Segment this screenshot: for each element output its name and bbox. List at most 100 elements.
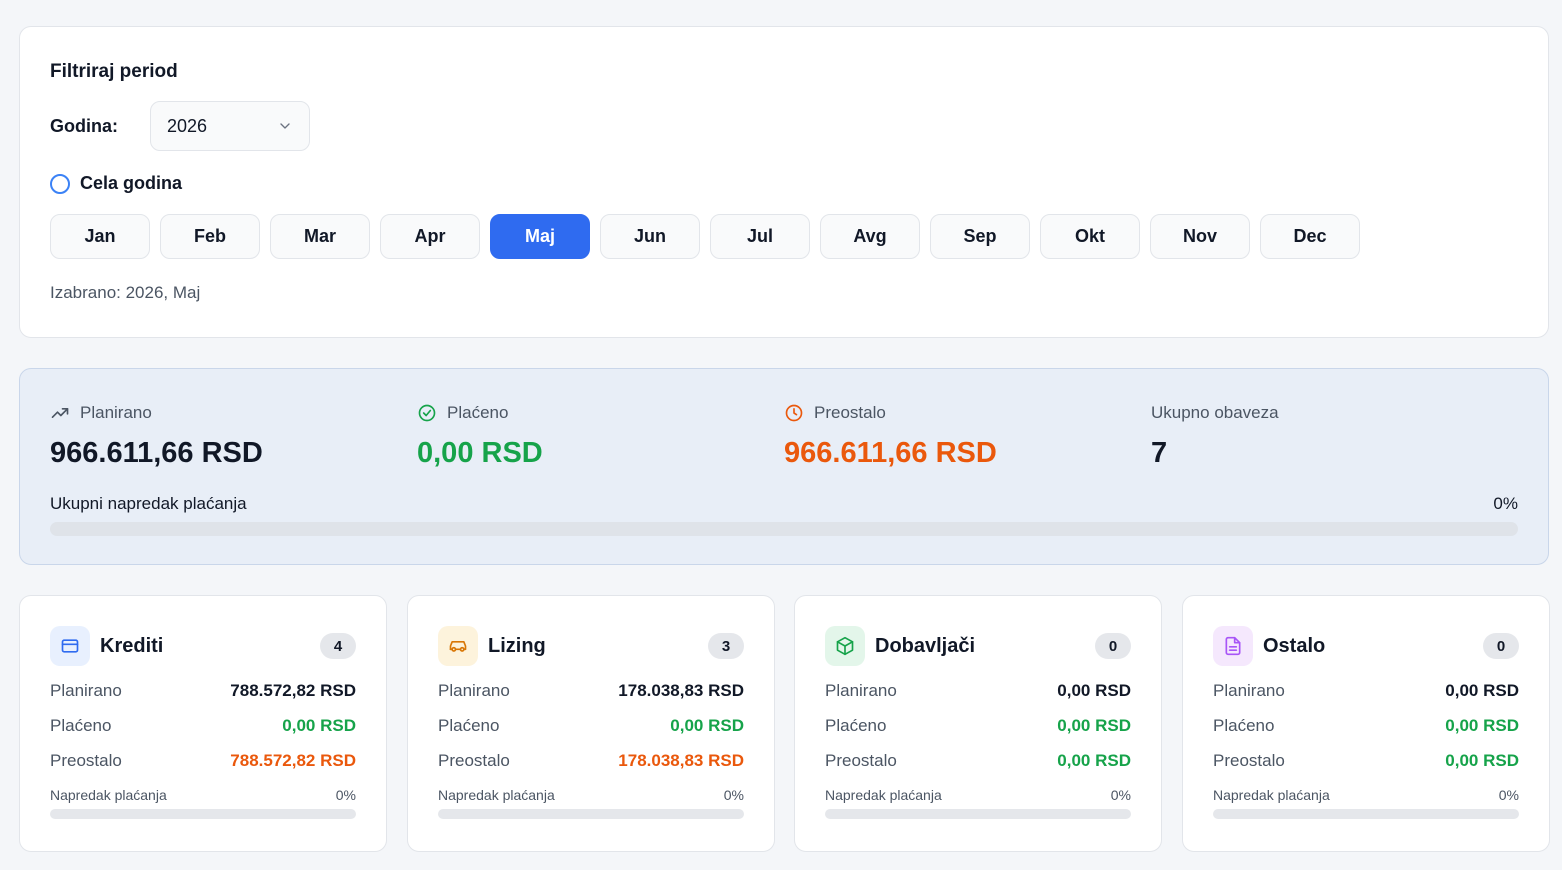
year-row: Godina: 2026	[50, 101, 1518, 151]
category-paid-label: Plaćeno	[50, 715, 112, 735]
category-planned-label: Planirano	[825, 680, 897, 700]
category-title: Krediti	[100, 634, 164, 657]
car-icon	[438, 626, 478, 666]
total-progress-bar	[50, 522, 1518, 536]
selected-period-text: Izabrano: 2026, Maj	[50, 283, 201, 302]
month-button-sep[interactable]: Sep	[930, 214, 1030, 259]
category-planned-value: 0,00 RSD	[1057, 680, 1131, 700]
category-progress-row: Napredak plaćanja 0%	[50, 787, 356, 803]
category-planned-row: Planirano 0,00 RSD	[825, 680, 1131, 701]
trending-up-icon	[51, 408, 69, 418]
category-progress-label: Napredak plaćanja	[1213, 787, 1330, 803]
stat-remaining-value: 966.611,66 RSD	[784, 437, 997, 469]
category-count-badge: 4	[320, 633, 356, 659]
category-count-badge: 0	[1483, 633, 1519, 659]
year-select[interactable]: 2026	[150, 101, 310, 151]
month-button-maj[interactable]: Maj	[490, 214, 590, 259]
category-planned-label: Planirano	[50, 680, 122, 700]
stat-paid: Plaćeno 0,00 RSD	[417, 403, 784, 470]
category-remaining-value: 178.038,83 RSD	[618, 750, 744, 770]
category-paid-label: Plaćeno	[825, 715, 887, 735]
category-paid-label: Plaćeno	[438, 715, 500, 735]
category-progress-percent: 0%	[335, 787, 356, 803]
category-progress-label: Napredak plaćanja	[438, 787, 555, 803]
stat-total-value: 7	[1151, 437, 1168, 469]
category-title: Ostalo	[1263, 634, 1326, 657]
month-button-apr[interactable]: Apr	[380, 214, 480, 259]
stat-remaining: Preostalo 966.611,66 RSD	[784, 403, 1151, 470]
month-button-avg[interactable]: Avg	[820, 214, 920, 259]
category-title: Dobavljači	[875, 634, 976, 657]
category-paid-label: Plaćeno	[1213, 715, 1275, 735]
category-remaining-label: Preostalo	[50, 750, 122, 770]
clock-icon	[785, 404, 803, 422]
category-progress-percent: 0%	[723, 787, 744, 803]
category-planned-value: 788.572,82 RSD	[230, 680, 356, 700]
month-button-jul[interactable]: Jul	[710, 214, 810, 259]
stat-remaining-label: Preostalo	[814, 403, 886, 422]
package-icon	[825, 626, 865, 666]
category-progress-bar	[1213, 809, 1519, 819]
category-progress-label: Napredak plaćanja	[50, 787, 167, 803]
stat-paid-value: 0,00 RSD	[417, 437, 543, 469]
category-progress-row: Napredak plaćanja 0%	[1213, 787, 1519, 803]
stat-planned-label: Planirano	[80, 403, 152, 422]
stat-total-label: Ukupno obaveza	[1151, 403, 1279, 422]
category-planned-value: 178.038,83 RSD	[618, 680, 744, 700]
document-icon	[1213, 626, 1253, 666]
category-progress-row: Napredak plaćanja 0%	[438, 787, 744, 803]
category-paid-row: Plaćeno 0,00 RSD	[825, 715, 1131, 736]
category-remaining-value: 788.572,82 RSD	[230, 750, 356, 770]
category-paid-value: 0,00 RSD	[670, 715, 744, 735]
category-paid-row: Plaćeno 0,00 RSD	[50, 715, 356, 736]
category-header: Lizing 3	[438, 626, 744, 666]
chevron-down-icon	[280, 123, 290, 129]
month-button-jan[interactable]: Jan	[50, 214, 150, 259]
month-button-jun[interactable]: Jun	[600, 214, 700, 259]
category-header: Krediti 4	[50, 626, 356, 666]
year-select-value: 2026	[167, 115, 208, 136]
category-remaining-row: Preostalo 788.572,82 RSD	[50, 750, 356, 771]
category-paid-value: 0,00 RSD	[1445, 715, 1519, 735]
full-year-label: Cela godina	[80, 173, 183, 193]
category-paid-value: 0,00 RSD	[282, 715, 356, 735]
check-circle-icon	[418, 404, 436, 422]
month-buttons: Jan Feb Mar Apr Maj Jun Jul Avg Sep Okt Nov Dec	[50, 214, 1518, 259]
full-year-option[interactable]: Cela godina	[50, 173, 1518, 194]
category-title: Lizing	[488, 634, 546, 657]
category-header: Ostalo 0	[1213, 626, 1519, 666]
stat-planned: Planirano 966.611,66 RSD	[50, 403, 417, 470]
category-planned-row: Planirano 178.038,83 RSD	[438, 680, 744, 701]
month-button-nov[interactable]: Nov	[1150, 214, 1250, 259]
category-paid-value: 0,00 RSD	[1057, 715, 1131, 735]
month-button-dec[interactable]: Dec	[1260, 214, 1360, 259]
category-remaining-label: Preostalo	[825, 750, 897, 770]
stat-planned-value: 966.611,66 RSD	[50, 437, 263, 469]
month-button-mar[interactable]: Mar	[270, 214, 370, 259]
category-card-lizing: Lizing 3 Planirano 178.038,83 RSD Plaćen…	[407, 595, 775, 852]
month-button-okt[interactable]: Okt	[1040, 214, 1140, 259]
summary-stats: Planirano 966.611,66 RSD Plaćeno 0,00 RS…	[50, 403, 1518, 470]
full-year-radio[interactable]	[50, 173, 70, 194]
category-remaining-label: Preostalo	[1213, 750, 1285, 770]
category-planned-label: Planirano	[438, 680, 510, 700]
category-progress-bar	[825, 809, 1131, 819]
category-planned-label: Planirano	[1213, 680, 1285, 700]
category-remaining-row: Preostalo 0,00 RSD	[825, 750, 1131, 771]
category-progress-percent: 0%	[1498, 787, 1519, 803]
category-remaining-row: Preostalo 0,00 RSD	[1213, 750, 1519, 771]
category-planned-row: Planirano 0,00 RSD	[1213, 680, 1519, 701]
month-button-feb[interactable]: Feb	[160, 214, 260, 259]
category-paid-row: Plaćeno 0,00 RSD	[1213, 715, 1519, 736]
summary-card: Planirano 966.611,66 RSD Plaćeno 0,00 RS…	[19, 368, 1549, 565]
category-planned-value: 0,00 RSD	[1445, 680, 1519, 700]
category-remaining-row: Preostalo 178.038,83 RSD	[438, 750, 744, 771]
stat-total: Ukupno obaveza 7	[1151, 403, 1518, 470]
category-card-dobavljai: Dobavljači 0 Planirano 0,00 RSD Plaćeno …	[794, 595, 1162, 852]
filter-card: Filtriraj period Godina: 2026 Cela godin…	[19, 26, 1549, 338]
category-remaining-label: Preostalo	[438, 750, 510, 770]
total-progress-label: Ukupni napredak plaćanja	[50, 494, 247, 513]
year-label: Godina:	[50, 115, 118, 136]
total-progress-percent: 0%	[1493, 494, 1518, 513]
category-progress-bar	[438, 809, 744, 819]
